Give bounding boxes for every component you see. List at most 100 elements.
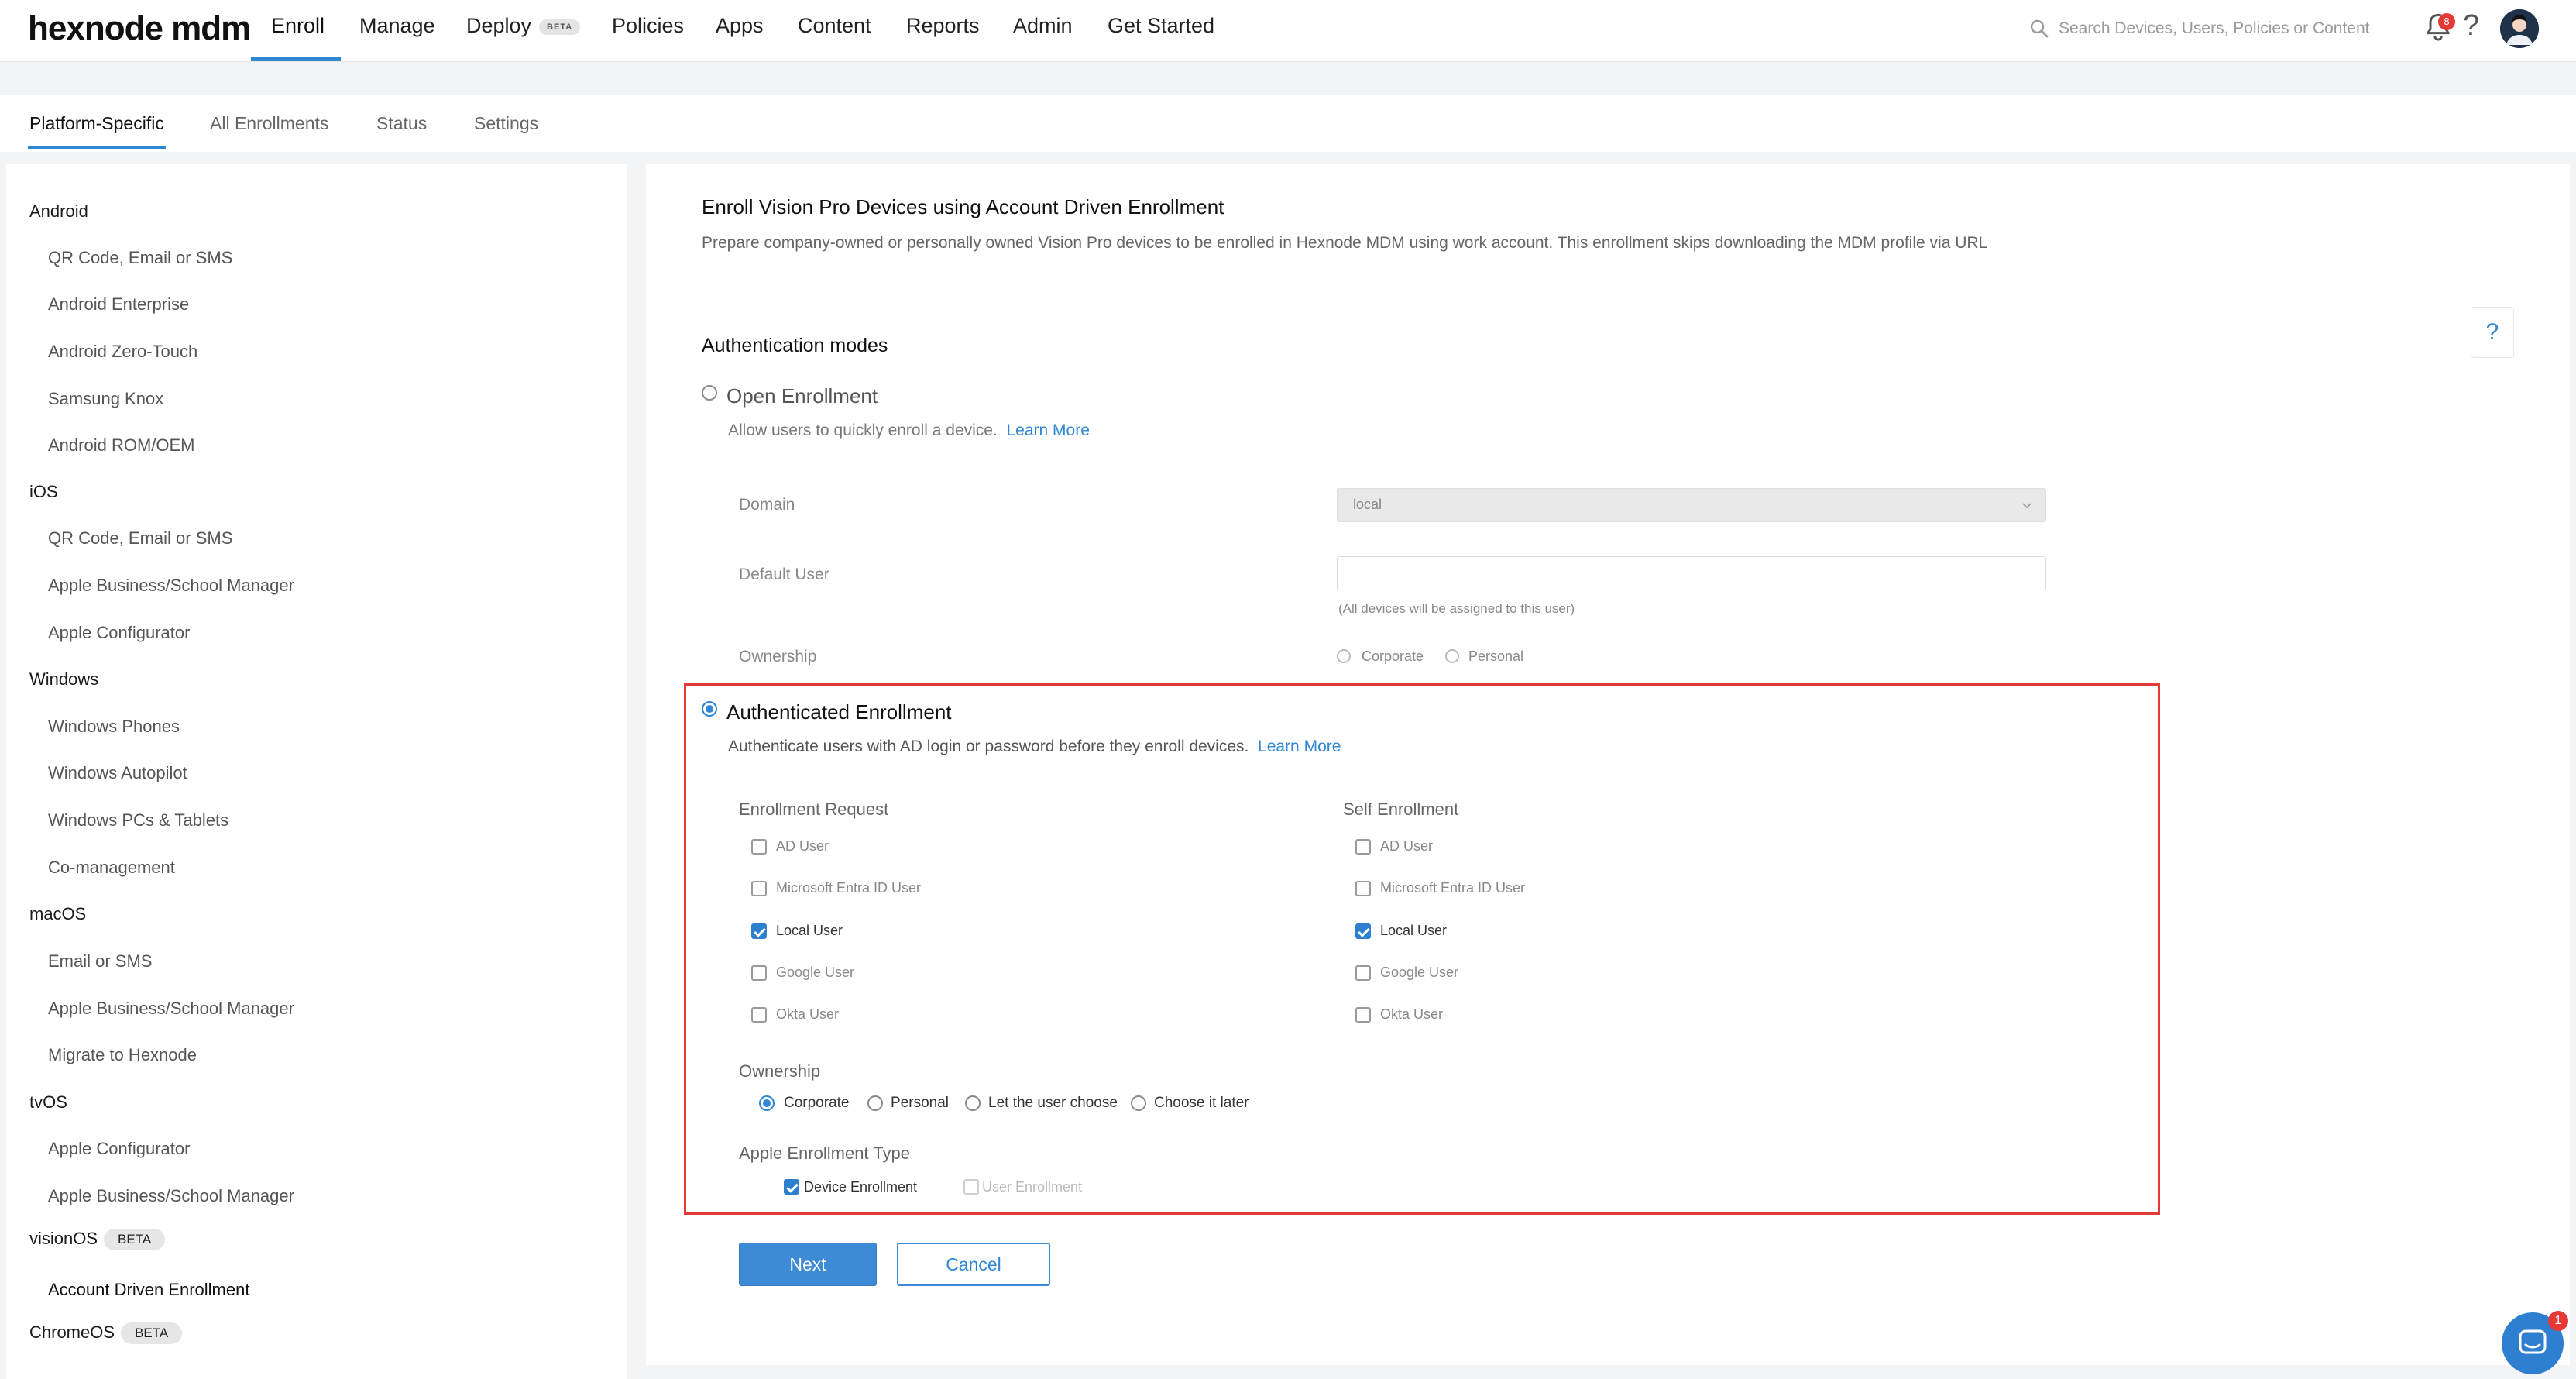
nav-apps[interactable]: Apps [716, 14, 764, 38]
default-user-input[interactable] [1337, 556, 2046, 590]
open-enrollment-learn-more[interactable]: Learn More [1007, 421, 1090, 439]
ownership-personal-radio[interactable] [867, 1095, 883, 1111]
notification-count-badge: 8 [2438, 13, 2455, 30]
active-nav-indicator [251, 57, 341, 61]
sidebar-heading-tvos: tvOS [29, 1092, 67, 1112]
visionos-label: visionOS [29, 1229, 98, 1248]
er-okta-user-checkbox[interactable] [751, 1007, 767, 1023]
hexnode-logo[interactable]: hexnode mdm [28, 9, 251, 48]
help-icon[interactable]: ? [2463, 9, 2479, 43]
open-enrollment-radio[interactable] [702, 385, 717, 401]
open-enrollment-label: Open Enrollment [726, 384, 878, 408]
device-enrollment-checkbox[interactable] [784, 1179, 799, 1195]
tab-platform-specific[interactable]: Platform-Specific [29, 113, 164, 134]
nav-deploy[interactable]: Deploy BETA [466, 14, 581, 38]
se-okta-user-label: Okta User [1380, 1006, 1444, 1022]
se-local-user-checkbox[interactable] [1355, 923, 1371, 939]
ownership-corporate-radio[interactable] [759, 1095, 775, 1111]
tab-status[interactable]: Status [376, 113, 427, 134]
user-avatar[interactable] [2500, 9, 2539, 48]
nav-get-started[interactable]: Get Started [1108, 14, 1214, 38]
er-ad-user-checkbox[interactable] [751, 839, 767, 855]
authenticated-enrollment-highlight [684, 683, 2160, 1215]
sidebar-item-windows-phones[interactable]: Windows Phones [48, 717, 180, 737]
sidebar-item-samsung-knox[interactable]: Samsung Knox [48, 389, 163, 409]
open-ownership-personal-radio[interactable] [1445, 649, 1459, 663]
nav-reports[interactable]: Reports [906, 14, 980, 38]
sidebar-item-ios-abm[interactable]: Apple Business/School Manager [48, 576, 294, 596]
sidebar-item-account-driven-enrollment[interactable]: Account Driven Enrollment [48, 1280, 249, 1300]
ownership-choose-later-radio[interactable] [1131, 1095, 1146, 1111]
er-google-user-label: Google User [776, 965, 855, 980]
nav-content[interactable]: Content [798, 14, 871, 38]
domain-label: Domain [739, 496, 795, 514]
top-navigation-bar: hexnode mdm Enroll Manage Deploy BETA Pol… [0, 0, 2576, 62]
sidebar-item-ios-configurator[interactable]: Apple Configurator [48, 623, 190, 643]
sidebar-item-android-qr[interactable]: QR Code, Email or SMS [48, 248, 232, 268]
chromeos-label: ChromeOS [29, 1322, 115, 1342]
open-ownership-label: Ownership [739, 648, 817, 665]
sidebar-item-tvos-configurator[interactable]: Apple Configurator [48, 1139, 190, 1159]
global-search-input[interactable] [2059, 15, 2399, 42]
active-subtab-indicator [28, 146, 166, 149]
er-local-user-checkbox[interactable] [751, 923, 767, 939]
se-entra-user-checkbox[interactable] [1355, 881, 1371, 896]
nav-policies[interactable]: Policies [612, 14, 684, 38]
sidebar-item-macos-abm[interactable]: Apple Business/School Manager [48, 999, 294, 1019]
next-button[interactable]: Next [739, 1243, 877, 1286]
cancel-button[interactable]: Cancel [897, 1243, 1050, 1286]
auth-ownership-label: Ownership [739, 1061, 821, 1081]
se-okta-user-checkbox[interactable] [1355, 1007, 1371, 1023]
se-ad-user-label: AD User [1380, 838, 1434, 854]
authenticated-enrollment-radio[interactable] [702, 701, 717, 717]
default-user-label: Default User [739, 566, 829, 583]
chat-unread-badge: 1 [2548, 1311, 2568, 1331]
apple-enrollment-type-label: Apple Enrollment Type [739, 1143, 910, 1163]
nav-enroll[interactable]: Enroll [271, 14, 325, 38]
tab-all-enrollments[interactable]: All Enrollments [210, 113, 328, 134]
visionos-beta-badge: BETA [104, 1229, 166, 1251]
se-entra-user-label: Microsoft Entra ID User [1380, 880, 1526, 896]
tab-settings[interactable]: Settings [474, 113, 538, 134]
sidebar-item-co-management[interactable]: Co-management [48, 858, 175, 878]
open-ownership-corporate-radio[interactable] [1337, 649, 1351, 663]
ownership-choose-later-label: Choose it later [1154, 1095, 1249, 1111]
sidebar-heading-windows: Windows [29, 669, 99, 689]
sidebar-item-windows-autopilot[interactable]: Windows Autopilot [48, 763, 187, 783]
er-entra-user-checkbox[interactable] [751, 881, 767, 896]
nav-manage[interactable]: Manage [359, 14, 435, 38]
sidebar-item-android-zero-touch[interactable]: Android Zero-Touch [48, 342, 197, 362]
sidebar-item-macos-email[interactable]: Email or SMS [48, 951, 152, 971]
sidebar-item-android-rom[interactable]: Android ROM/OEM [48, 435, 195, 456]
se-ad-user-checkbox[interactable] [1355, 839, 1371, 855]
nav-admin[interactable]: Admin [1013, 14, 1073, 38]
domain-select[interactable]: local [1337, 488, 2046, 522]
help-question-icon[interactable]: ? [2471, 307, 2514, 358]
ownership-user-choose-label: Let the user choose [988, 1095, 1118, 1111]
ownership-user-choose-radio[interactable] [965, 1095, 981, 1111]
auth-modes-heading: Authentication modes [702, 335, 888, 356]
sidebar-item-tvos-abm[interactable]: Apple Business/School Manager [48, 1186, 294, 1206]
sidebar-item-android-enterprise[interactable]: Android Enterprise [48, 294, 189, 315]
sidebar-item-ios-qr[interactable]: QR Code, Email or SMS [48, 528, 232, 549]
avatar-person-icon [2500, 9, 2539, 48]
open-ownership-personal-label: Personal [1468, 648, 1524, 664]
authenticated-learn-more[interactable]: Learn More [1258, 738, 1341, 755]
open-ownership-corporate-label: Corporate [1362, 648, 1424, 664]
domain-select-value: local [1353, 497, 1382, 512]
sidebar-item-migrate[interactable]: Migrate to Hexnode [48, 1045, 197, 1065]
user-enrollment-label: User Enrollment [982, 1179, 1083, 1195]
se-google-user-checkbox[interactable] [1355, 965, 1371, 981]
enrollment-request-heading: Enrollment Request [739, 800, 889, 819]
enroll-subtabs: Platform-Specific All Enrollments Status… [0, 95, 2576, 152]
se-google-user-label: Google User [1380, 965, 1459, 980]
sidebar-item-windows-pcs[interactable]: Windows PCs & Tablets [48, 810, 228, 830]
device-enrollment-label: Device Enrollment [804, 1179, 918, 1195]
er-google-user-checkbox[interactable] [751, 965, 767, 981]
sidebar-heading-android: Android [29, 201, 88, 221]
search-icon[interactable] [2028, 17, 2051, 40]
user-enrollment-checkbox [963, 1179, 979, 1195]
er-okta-user-label: Okta User [776, 1006, 840, 1022]
open-enrollment-description: Allow users to quickly enroll a device. … [728, 421, 1090, 440]
deploy-beta-badge: BETA [539, 19, 581, 35]
